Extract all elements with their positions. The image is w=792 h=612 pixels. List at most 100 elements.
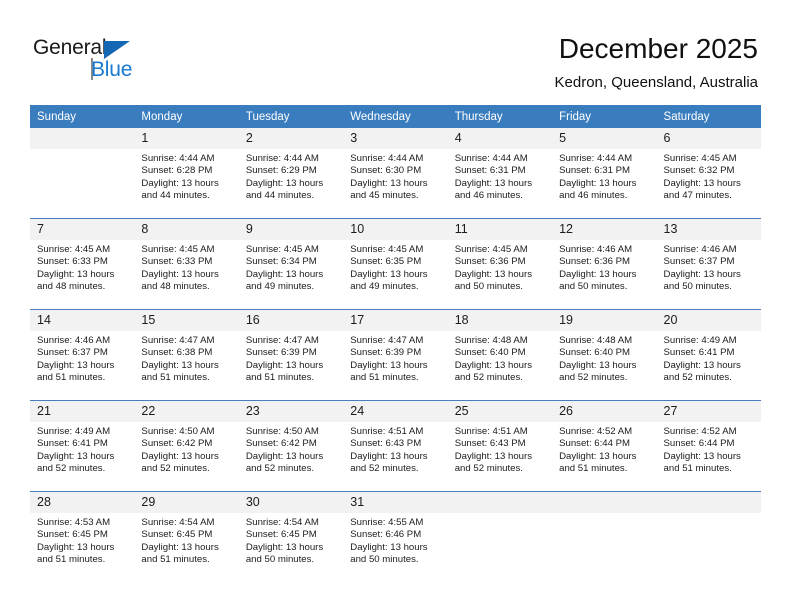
day-sun-info: Sunrise: 4:47 AM Sunset: 6:39 PM Daylight:…	[343, 331, 447, 384]
daylight-text: Daylight: 13 hours and 50 minutes.	[454, 268, 533, 292]
calendar-day-cell[interactable]: 7 Sunrise: 4:45 AM Sunset: 6:33 PM Daylight…	[30, 218, 135, 310]
sunrise-text: Sunrise: 4:49 AM	[37, 426, 111, 437]
calendar-day-cell[interactable]: 8 Sunrise: 4:45 AM Sunset: 6:33 PM Daylight…	[134, 218, 239, 310]
calendar-day-cell[interactable]: 14 Sunrise: 4:46 AM Sunset: 6:37 PM Dayligh…	[30, 309, 135, 401]
calendar-day-cell[interactable]: 24 Sunrise: 4:51 AM Sunset: 6:43 PM Dayligh…	[343, 400, 448, 492]
daylight-text: Daylight: 13 hours and 49 minutes.	[350, 268, 428, 292]
day-sun-info: Sunrise: 4:46 AM Sunset: 6:37 PM Daylight:…	[657, 240, 761, 293]
calendar-day-cell[interactable]: 27 Sunrise: 4:52 AM Sunset: 6:44 PM Dayligh…	[656, 400, 761, 492]
calendar-day-cell[interactable]: 29 Sunrise: 4:54 AM Sunset: 6:45 PM Dayligh…	[134, 491, 239, 582]
day-number: 24	[343, 401, 448, 422]
calendar-day-cell[interactable]: 13 Sunrise: 4:46 AM Sunset: 6:37 PM Dayligh…	[656, 218, 761, 310]
sunset-text: Sunset: 6:37 PM	[37, 347, 108, 359]
calendar-day-cell[interactable]: 28 Sunrise: 4:53 AM Sunset: 6:45 PM Dayligh…	[30, 491, 135, 582]
sunrise-text: Sunrise: 4:51 AM	[454, 426, 528, 437]
calendar-week-row: 28 Sunrise: 4:53 AM Sunset: 6:45 PM Dayligh…	[30, 491, 761, 582]
calendar-day-cell[interactable]: 6 Sunrise: 4:45 AM Sunset: 6:32 PM Daylight…	[656, 128, 761, 219]
sunset-text: Sunset: 6:33 PM	[141, 256, 213, 268]
calendar-day-cell[interactable]: 18 Sunrise: 4:48 AM Sunset: 6:40 PM Dayligh…	[447, 309, 553, 401]
calendar-day-cell[interactable]: 26 Sunrise: 4:52 AM Sunset: 6:44 PM Dayligh…	[552, 400, 657, 492]
general-blue-logo[interactable]: General Blue	[33, 36, 163, 82]
daylight-text: Daylight: 13 hours and 50 minutes.	[559, 268, 637, 292]
daylight-text: Daylight: 13 hours and 52 minutes.	[350, 450, 428, 474]
daylight-text: Daylight: 13 hours and 51 minutes.	[141, 541, 219, 565]
sunset-text: Sunset: 6:40 PM	[454, 347, 526, 359]
day-number: 1	[134, 128, 239, 149]
calendar-day-cell[interactable]: 17 Sunrise: 4:47 AM Sunset: 6:39 PM Dayligh…	[343, 309, 448, 401]
calendar-day-cell[interactable]: 11 Sunrise: 4:45 AM Sunset: 6:36 PM Dayligh…	[447, 218, 553, 310]
calendar-empty-cell	[656, 491, 761, 582]
day-sun-info: Sunrise: 4:53 AM Sunset: 6:45 PM Daylight:…	[30, 513, 134, 566]
calendar-day-cell[interactable]: 21 Sunrise: 4:49 AM Sunset: 6:41 PM Dayligh…	[30, 400, 135, 492]
daylight-text: Daylight: 13 hours and 51 minutes.	[37, 359, 115, 383]
calendar-day-cell[interactable]: 10 Sunrise: 4:45 AM Sunset: 6:35 PM Dayligh…	[343, 218, 448, 310]
sunrise-text: Sunrise: 4:44 AM	[350, 153, 424, 164]
calendar-day-cell[interactable]: 12 Sunrise: 4:46 AM Sunset: 6:36 PM Dayligh…	[552, 218, 657, 310]
calendar-day-cell[interactable]: 3 Sunrise: 4:44 AM Sunset: 6:30 PM Daylight…	[343, 128, 448, 219]
day-number	[30, 128, 135, 149]
day-number: 21	[30, 401, 135, 422]
daylight-text: Daylight: 13 hours and 52 minutes.	[454, 450, 533, 474]
calendar-day-cell[interactable]: 19 Sunrise: 4:48 AM Sunset: 6:40 PM Dayligh…	[552, 309, 657, 401]
calendar-day-cell[interactable]: 9 Sunrise: 4:45 AM Sunset: 6:34 PM Daylight…	[238, 218, 344, 310]
sunset-text: Sunset: 6:30 PM	[350, 165, 422, 177]
sunrise-text: Sunrise: 4:47 AM	[350, 335, 424, 346]
sunset-text: Sunset: 6:42 PM	[245, 438, 317, 450]
day-sun-info: Sunrise: 4:49 AM Sunset: 6:41 PM Daylight:…	[657, 331, 761, 384]
calendar-week-row: 7 Sunrise: 4:45 AM Sunset: 6:33 PM Daylight…	[30, 218, 761, 310]
day-number	[552, 492, 657, 513]
day-sun-info: Sunrise: 4:50 AM Sunset: 6:42 PM Daylight:…	[134, 422, 238, 475]
calendar-day-cell[interactable]: 31 Sunrise: 4:55 AM Sunset: 6:46 PM Dayligh…	[343, 491, 448, 582]
day-number: 15	[134, 310, 239, 331]
calendar-day-cell[interactable]: 20 Sunrise: 4:49 AM Sunset: 6:41 PM Dayligh…	[656, 309, 761, 401]
calendar-day-cell[interactable]: 1 Sunrise: 4:44 AM Sunset: 6:28 PM Daylight…	[134, 128, 239, 219]
day-number: 31	[343, 492, 448, 513]
day-number: 4	[447, 128, 553, 149]
calendar-day-cell[interactable]: 30 Sunrise: 4:54 AM Sunset: 6:45 PM Dayligh…	[238, 491, 344, 582]
weekday-header-thursday: Thursday	[447, 105, 553, 128]
calendar-day-cell[interactable]: 25 Sunrise: 4:51 AM Sunset: 6:43 PM Dayligh…	[447, 400, 553, 492]
day-sun-info: Sunrise: 4:45 AM Sunset: 6:33 PM Daylight:…	[30, 240, 134, 293]
sunrise-text: Sunrise: 4:47 AM	[141, 335, 215, 346]
sunset-text: Sunset: 6:43 PM	[350, 438, 422, 450]
calendar-day-cell[interactable]: 5 Sunrise: 4:44 AM Sunset: 6:31 PM Daylight…	[552, 128, 657, 219]
sunrise-text: Sunrise: 4:44 AM	[141, 153, 215, 164]
day-number: 25	[447, 401, 553, 422]
daylight-text: Daylight: 13 hours and 52 minutes.	[37, 450, 115, 474]
daylight-text: Daylight: 13 hours and 44 minutes.	[141, 177, 219, 201]
sunset-text: Sunset: 6:39 PM	[245, 347, 317, 359]
sunrise-text: Sunrise: 4:53 AM	[37, 517, 111, 528]
sunset-text: Sunset: 6:36 PM	[559, 256, 631, 268]
day-number: 11	[447, 219, 553, 240]
day-number: 10	[343, 219, 448, 240]
day-number: 7	[30, 219, 135, 240]
sunset-text: Sunset: 6:40 PM	[559, 347, 631, 359]
calendar-day-cell[interactable]: 16 Sunrise: 4:47 AM Sunset: 6:39 PM Dayligh…	[238, 309, 344, 401]
day-sun-info: Sunrise: 4:54 AM Sunset: 6:45 PM Daylight:…	[134, 513, 238, 566]
sunset-text: Sunset: 6:34 PM	[245, 256, 317, 268]
daylight-text: Daylight: 13 hours and 47 minutes.	[663, 177, 741, 201]
sunset-text: Sunset: 6:38 PM	[141, 347, 213, 359]
daylight-text: Daylight: 13 hours and 50 minutes.	[663, 268, 741, 292]
calendar-day-cell[interactable]: 22 Sunrise: 4:50 AM Sunset: 6:42 PM Dayligh…	[134, 400, 239, 492]
calendar-day-cell[interactable]: 2 Sunrise: 4:44 AM Sunset: 6:29 PM Daylight…	[238, 128, 344, 219]
calendar-day-cell[interactable]: 23 Sunrise: 4:50 AM Sunset: 6:42 PM Dayligh…	[238, 400, 344, 492]
sunset-text: Sunset: 6:32 PM	[663, 165, 735, 177]
sunset-text: Sunset: 6:46 PM	[350, 529, 422, 541]
calendar-day-cell[interactable]: 15 Sunrise: 4:47 AM Sunset: 6:38 PM Dayligh…	[134, 309, 239, 401]
day-number: 22	[134, 401, 239, 422]
day-sun-info: Sunrise: 4:47 AM Sunset: 6:38 PM Daylight:…	[134, 331, 238, 384]
page-subtitle: Kedron, Queensland, Australia	[554, 74, 758, 91]
daylight-text: Daylight: 13 hours and 51 minutes.	[37, 541, 115, 565]
calendar-day-cell[interactable]: 4 Sunrise: 4:44 AM Sunset: 6:31 PM Daylight…	[447, 128, 553, 219]
sunset-text: Sunset: 6:28 PM	[141, 165, 213, 177]
day-sun-info: Sunrise: 4:44 AM Sunset: 6:28 PM Daylight:…	[134, 149, 238, 202]
sunset-text: Sunset: 6:44 PM	[559, 438, 631, 450]
day-sun-info: Sunrise: 4:46 AM Sunset: 6:36 PM Daylight:…	[552, 240, 656, 293]
day-sun-info: Sunrise: 4:45 AM Sunset: 6:36 PM Daylight:…	[448, 240, 552, 293]
daylight-text: Daylight: 13 hours and 52 minutes.	[663, 359, 741, 383]
day-sun-info: Sunrise: 4:51 AM Sunset: 6:43 PM Daylight:…	[448, 422, 552, 475]
day-number: 19	[552, 310, 657, 331]
sunset-text: Sunset: 6:45 PM	[141, 529, 213, 541]
day-sun-info: Sunrise: 4:45 AM Sunset: 6:32 PM Daylight:…	[657, 149, 761, 202]
